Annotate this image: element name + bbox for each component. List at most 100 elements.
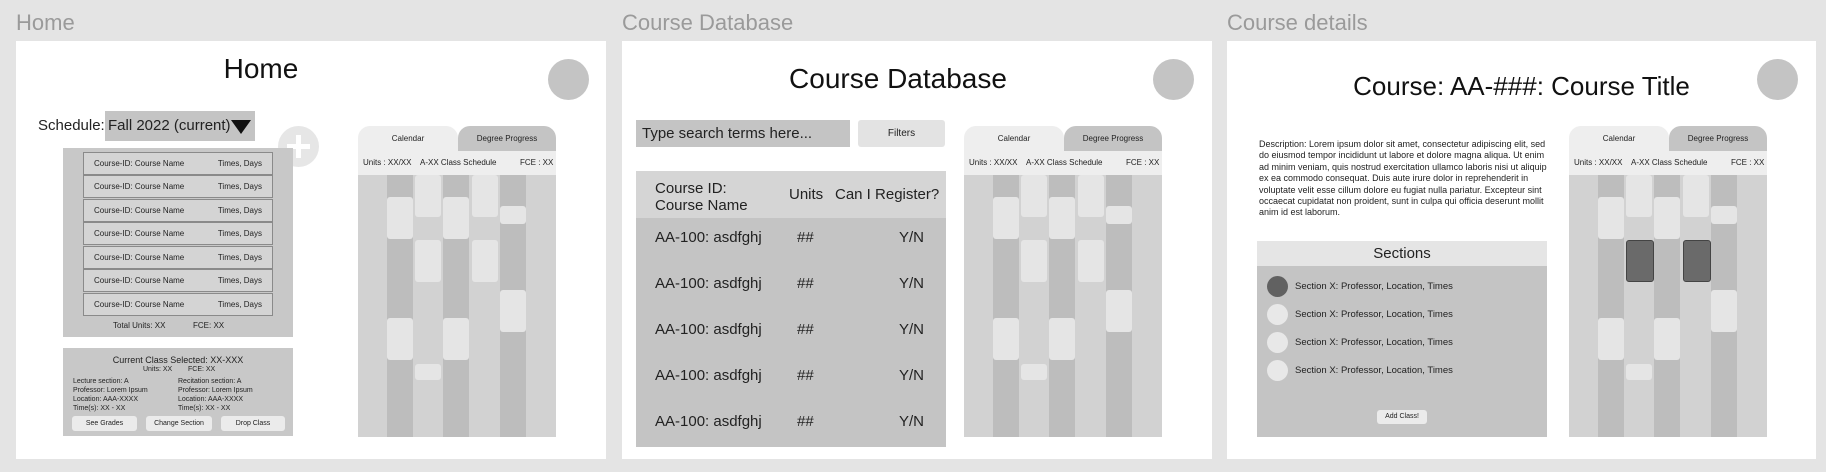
calendar-fce: FCE : XX [1731,158,1765,167]
calendar-block[interactable] [472,175,498,217]
tab-calendar[interactable]: Calendar [358,126,458,151]
change-section-button[interactable]: Change Section [146,416,212,431]
tab-degree-progress[interactable]: Degree Progress [1064,126,1162,151]
calendar-block[interactable] [1106,290,1132,332]
course-row[interactable]: Course-ID: Course Name Times, Days [83,199,273,222]
calendar-block[interactable] [1021,175,1047,217]
recitation-section: Recitation section: A [178,378,242,385]
calendar-block[interactable] [500,206,526,224]
radio-icon[interactable] [1267,332,1288,353]
table-row[interactable]: AA-100: asdfghj ## Y/N [636,264,946,310]
radio-selected-icon[interactable] [1267,276,1288,297]
avatar[interactable] [1153,59,1194,100]
calendar-block[interactable] [1654,197,1680,239]
course-name: Course-ID: Course Name [94,300,185,309]
frame-label-details: Course details [1227,10,1368,35]
course-row[interactable]: Course-ID: Course Name Times, Days [83,175,273,198]
tab-calendar[interactable]: Calendar [964,126,1064,151]
calendar-block[interactable] [500,290,526,332]
calendar-block[interactable] [1021,364,1047,380]
calendar-block[interactable] [1654,318,1680,360]
calendar-block-preview[interactable] [1683,240,1711,282]
course-row[interactable]: Course-ID: Course Name Times, Days [83,152,273,175]
course-name: Course-ID: Course Name [94,229,185,238]
calendar-block[interactable] [1106,206,1132,224]
calendar-block[interactable] [993,318,1019,360]
tab-degree-progress[interactable]: Degree Progress [1669,126,1767,151]
calendar-grid [964,175,1162,437]
drop-class-button[interactable]: Drop Class [221,416,285,431]
course-table: Course ID: Course Name Units Can I Regis… [636,171,946,447]
calendar-fce: FCE : XX [520,158,554,167]
calendar-block[interactable] [415,364,441,380]
calendar-widget: Calendar Degree Progress Units : XX/XX A… [358,126,556,437]
selected-units: Units: XX [143,366,173,373]
search-input[interactable]: Type search terms here... [636,120,850,147]
row-units: ## [797,413,814,430]
see-grades-button[interactable]: See Grades [72,416,137,431]
calendar-units: Units : XX/XX [363,158,412,167]
row-units: ## [797,367,814,384]
row-course: AA-100: asdfghj [655,229,762,246]
course-row[interactable]: Course-ID: Course Name Times, Days [83,222,273,245]
calendar-block[interactable] [472,240,498,282]
table-row[interactable]: AA-100: asdfghj ## Y/N [636,356,946,402]
lecture-section: Lecture section: A [73,378,129,385]
calendar-block[interactable] [1626,364,1652,380]
calendar-block[interactable] [1626,175,1652,217]
calendar-block[interactable] [993,197,1019,239]
row-units: ## [797,321,814,338]
calendar-info-bar: Units : XX/XX A-XX Class Schedule FCE : … [1569,151,1767,175]
filters-button[interactable]: Filters [858,120,945,147]
calendar-block[interactable] [415,240,441,282]
calendar-fce: FCE : XX [1126,158,1160,167]
section-label: Section X: Professor, Location, Times [1295,281,1453,292]
course-row[interactable]: Course-ID: Course Name Times, Days [83,293,273,316]
row-course: AA-100: asdfghj [655,367,762,384]
calendar-block[interactable] [1711,290,1737,332]
selected-fce: FCE: XX [188,366,216,373]
calendar-block[interactable] [387,197,413,239]
calendar-block[interactable] [1078,175,1104,217]
calendar-block[interactable] [1021,240,1047,282]
calendar-widget: Calendar Degree Progress Units : XX/XX A… [964,126,1162,437]
course-row[interactable]: Course-ID: Course Name Times, Days [83,246,273,269]
selected-class-title: Current Class Selected: XX-XXX [112,355,244,365]
calendar-block-preview[interactable] [1626,240,1654,282]
schedule-label: Schedule: [38,117,105,134]
database-frame: Course Database Type search terms here..… [622,41,1212,459]
home-frame: Home Schedule: Fall 2022 (current) Cours… [16,41,606,459]
table-row[interactable]: AA-100: asdfghj ## Y/N [636,218,946,264]
calendar-block[interactable] [1598,197,1624,239]
table-header: Course ID: Course Name Units Can I Regis… [636,171,946,218]
avatar[interactable] [1757,59,1798,100]
radio-icon[interactable] [1267,304,1288,325]
calendar-block[interactable] [415,175,441,217]
calendar-block[interactable] [1711,206,1737,224]
course-times: Times, Days [217,206,262,215]
calendar-block[interactable] [1049,318,1075,360]
section-label: Section X: Professor, Location, Times [1295,309,1453,320]
tab-degree-progress[interactable]: Degree Progress [458,126,556,151]
course-name: Course-ID: Course Name [94,159,185,168]
recitation-time: Time(s): XX - XX [178,405,231,412]
total-fce: FCE: XX [193,321,225,330]
calendar-block[interactable] [443,318,469,360]
calendar-block[interactable] [1683,175,1709,217]
tab-calendar[interactable]: Calendar [1569,126,1669,151]
course-row[interactable]: Course-ID: Course Name Times, Days [83,269,273,292]
schedule-dropdown[interactable]: Fall 2022 (current) [105,111,255,141]
table-row[interactable]: AA-100: asdfghj ## Y/N [636,402,946,448]
schedule-value: Fall 2022 (current) [108,117,231,134]
calendar-block[interactable] [1598,318,1624,360]
calendar-block[interactable] [443,197,469,239]
add-class-button[interactable]: Add Class! [1377,410,1427,424]
radio-icon[interactable] [1267,360,1288,381]
calendar-block[interactable] [1078,240,1104,282]
table-row[interactable]: AA-100: asdfghj ## Y/N [636,310,946,356]
course-times: Times, Days [217,253,262,262]
calendar-block[interactable] [1049,197,1075,239]
calendar-grid [358,175,556,437]
calendar-block[interactable] [387,318,413,360]
header-course-id: Course ID: [655,180,727,197]
